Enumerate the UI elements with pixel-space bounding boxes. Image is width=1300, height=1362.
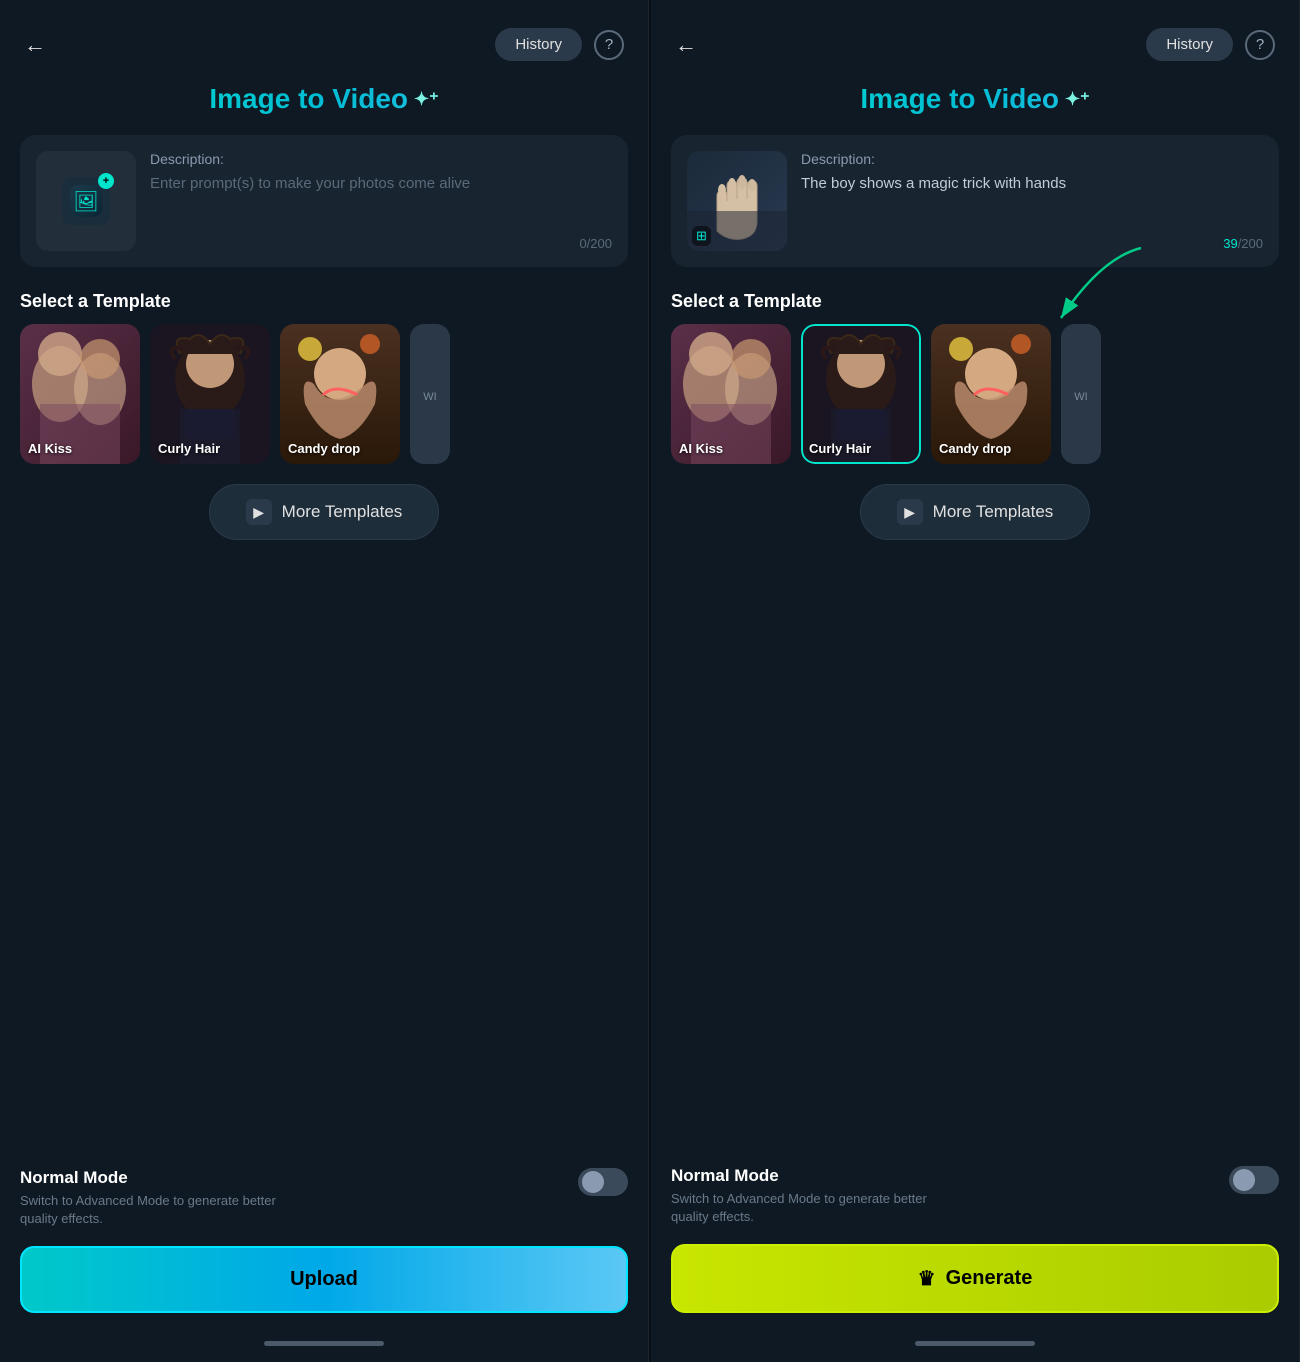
right-template-curly-hair-label: Curly Hair [809,441,871,456]
left-plus-badge: + [98,173,114,189]
left-template-candy-drop-label: Candy drop [288,441,360,456]
left-template-curly-hair[interactable]: Curly Hair [150,324,270,464]
right-back-button[interactable]: ← [675,32,697,58]
right-mode-desc: Switch to Advanced Mode to generate bett… [671,1190,931,1226]
right-help-button[interactable]: ? [1245,30,1275,60]
right-desc-text[interactable]: The boy shows a magic trick with hands [801,173,1263,236]
right-more-templates-button[interactable]: ▶ More Templates [860,484,1091,540]
left-more-templates-label: More Templates [282,502,403,522]
right-generate-button[interactable]: ♛ Generate [671,1244,1279,1313]
left-desc-placeholder[interactable]: Enter prompt(s) to make your photos come… [150,173,612,236]
right-image-preview[interactable]: ⊞ [687,151,787,251]
right-mode-text: Normal Mode Switch to Advanced Mode to g… [671,1166,931,1226]
left-mode-text: Normal Mode Switch to Advanced Mode to g… [20,1168,280,1228]
right-bottom-section: Normal Mode Switch to Advanced Mode to g… [651,1146,1299,1329]
right-home-indicator [915,1341,1035,1346]
left-more-templates-button[interactable]: ▶ More Templates [209,484,440,540]
right-desc-content: Description: The boy shows a magic trick… [801,151,1263,251]
left-more-templates-icon: ▶ [246,499,272,525]
left-template-candy-drop[interactable]: Candy drop [280,324,400,464]
left-template-curly-hair-label: Curly Hair [158,441,220,456]
right-mode-toggle[interactable] [1229,1166,1279,1194]
right-template-candy-drop-label: Candy drop [939,441,1011,456]
right-desc-label: Description: [801,151,1263,167]
left-help-button[interactable]: ? [594,30,624,60]
right-generate-label: Generate [946,1267,1033,1290]
right-crown-icon: ♛ [918,1266,936,1291]
right-top-bar-right: History ? [1146,28,1275,61]
right-description-box: ⊞ Description: The boy shows a magic tri… [671,135,1279,267]
left-mode-desc: Switch to Advanced Mode to generate bett… [20,1192,280,1228]
left-template-ai-kiss-label: AI Kiss [28,441,72,456]
right-history-button[interactable]: History [1146,28,1233,61]
right-more-templates-label: More Templates [933,502,1054,522]
right-desc-counter: 39/200 [801,236,1263,251]
left-sparkle-icon: ✦⁺ [414,89,439,110]
right-page-title: Image to Video ✦⁺ [651,73,1299,135]
left-toggle-knob [582,1171,604,1193]
svg-text:WI: WI [1074,391,1087,403]
right-template-partial: WI [1061,324,1101,464]
left-back-button[interactable]: ← [24,32,46,58]
left-template-partial: WI [410,324,450,464]
left-upload-placeholder[interactable]: 🖼 + [36,151,136,251]
left-bottom-section: Normal Mode Switch to Advanced Mode to g… [0,1148,648,1329]
left-mode-row: Normal Mode Switch to Advanced Mode to g… [20,1168,628,1228]
left-desc-counter: 0/200 [150,236,612,251]
left-top-bar-right: History ? [495,28,624,61]
right-desc-counter-highlight: 39 [1223,236,1237,251]
left-upload-icon: 🖼 + [62,177,110,225]
right-top-bar: ← History ? [651,0,1299,73]
right-templates-row: AI Kiss Curly Hair [651,324,1299,464]
left-image-icon: 🖼 [70,185,102,217]
left-template-ai-kiss[interactable]: AI Kiss [20,324,140,464]
left-history-button[interactable]: History [495,28,582,61]
left-desc-content: Description: Enter prompt(s) to make you… [150,151,612,251]
right-sparkle-icon: ✦⁺ [1065,89,1090,110]
right-template-candy-drop[interactable]: Candy drop [931,324,1051,464]
right-cam-icon: ⊞ [692,226,711,246]
right-section-label: Select a Template [651,283,1299,324]
left-mode-toggle[interactable] [578,1168,628,1196]
left-section-label: Select a Template [0,283,648,324]
right-template-ai-kiss-label: AI Kiss [679,441,723,456]
right-template-curly-hair[interactable]: Curly Hair [801,324,921,464]
left-description-box: 🖼 + Description: Enter prompt(s) to make… [20,135,628,267]
left-templates-row: AI Kiss Curly Hair [0,324,648,464]
right-toggle-knob [1233,1169,1255,1191]
right-panel: ← History ? Image to Video ✦⁺ [651,0,1300,1362]
right-mode-row: Normal Mode Switch to Advanced Mode to g… [671,1166,1279,1226]
left-home-indicator [264,1341,384,1346]
svg-text:WI: WI [423,391,436,403]
right-more-templates-icon: ▶ [897,499,923,525]
left-upload-button[interactable]: Upload [20,1246,628,1313]
left-top-bar: ← History ? [0,0,648,73]
right-template-ai-kiss[interactable]: AI Kiss [671,324,791,464]
left-mode-title: Normal Mode [20,1168,280,1188]
left-desc-label: Description: [150,151,612,167]
left-panel: ← History ? Image to Video ✦⁺ 🖼 + Descri… [0,0,649,1362]
right-mode-title: Normal Mode [671,1166,931,1186]
left-page-title: Image to Video ✦⁺ [0,73,648,135]
